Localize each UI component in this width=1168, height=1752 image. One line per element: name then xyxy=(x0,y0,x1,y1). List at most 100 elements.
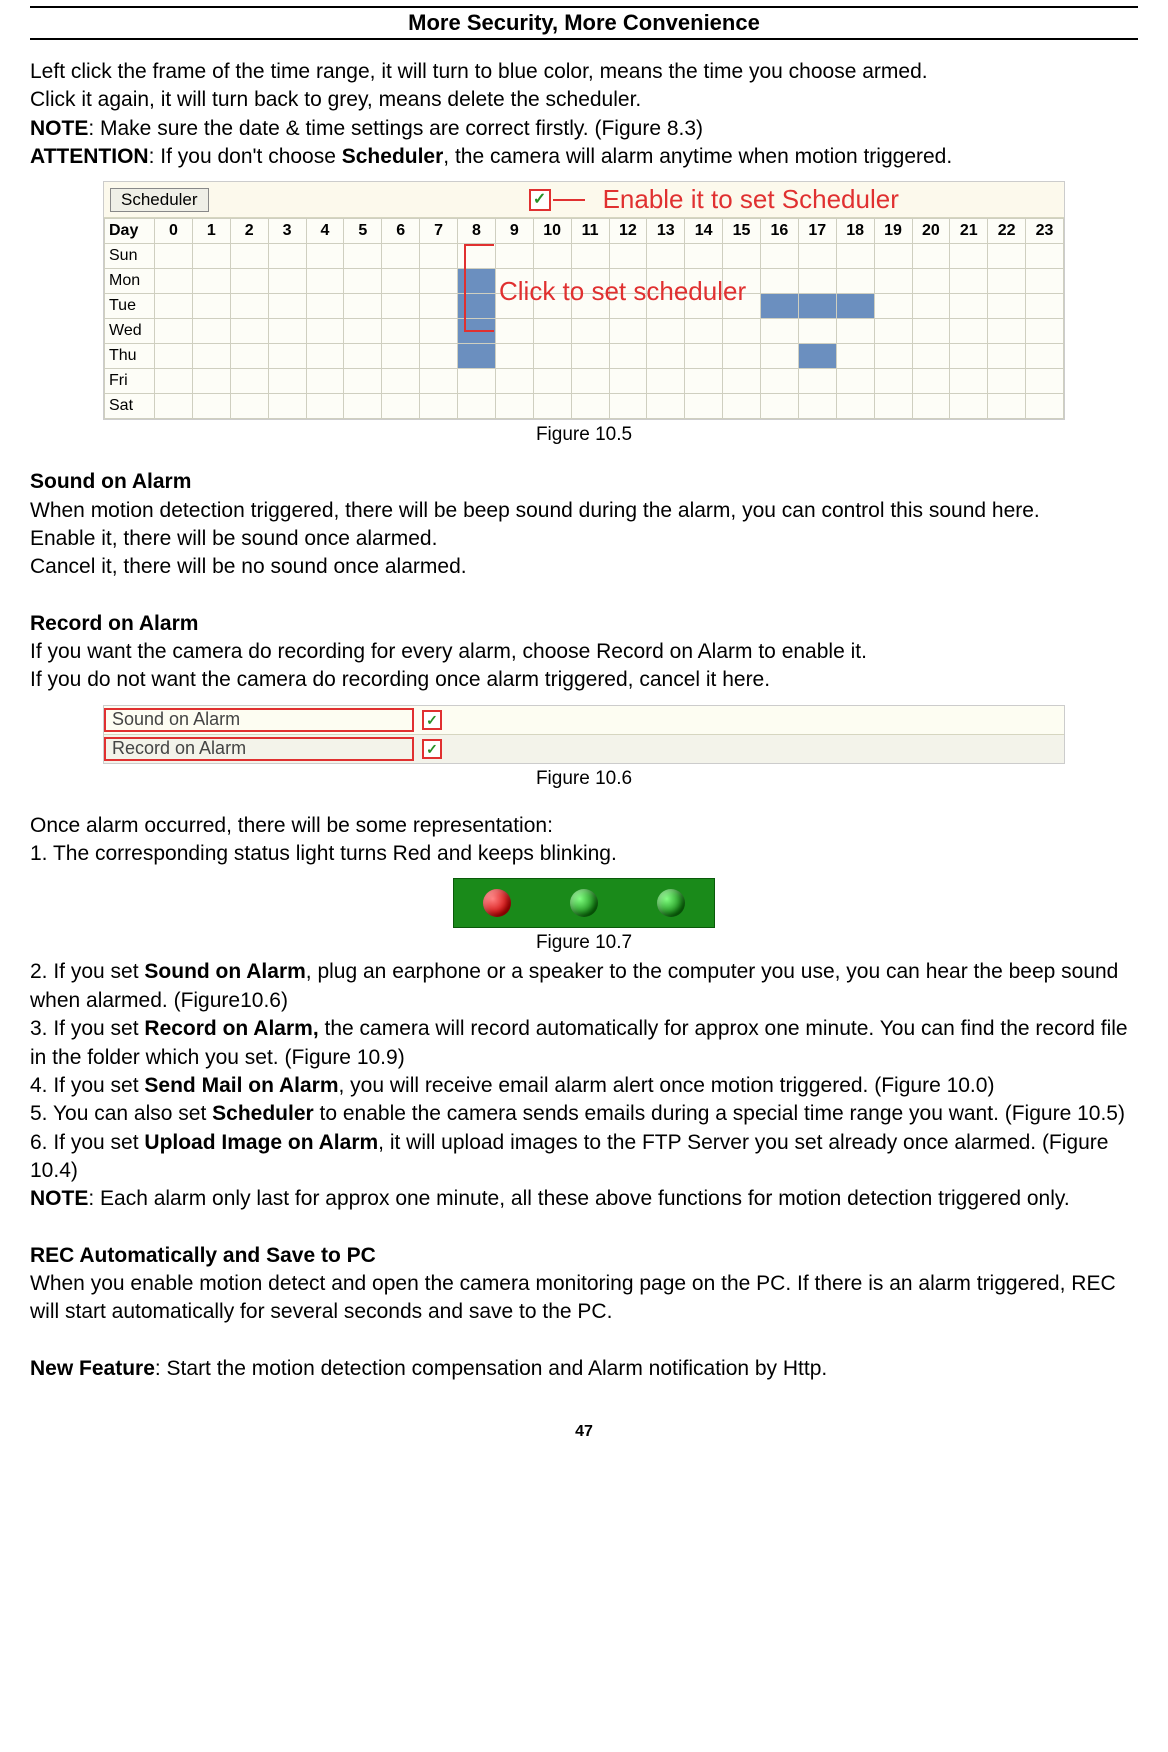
scheduler-cell[interactable] xyxy=(458,319,496,344)
scheduler-cell[interactable] xyxy=(798,269,836,294)
scheduler-cell[interactable] xyxy=(495,244,533,269)
scheduler-cell[interactable] xyxy=(268,394,306,419)
scheduler-cell[interactable] xyxy=(306,269,344,294)
scheduler-cell[interactable] xyxy=(988,294,1026,319)
scheduler-cell[interactable] xyxy=(495,369,533,394)
scheduler-cell[interactable] xyxy=(950,269,988,294)
scheduler-cell[interactable] xyxy=(609,344,647,369)
scheduler-cell[interactable] xyxy=(155,244,193,269)
scheduler-cell[interactable] xyxy=(723,394,761,419)
scheduler-cell[interactable] xyxy=(268,244,306,269)
scheduler-cell[interactable] xyxy=(382,344,420,369)
scheduler-cell[interactable] xyxy=(798,319,836,344)
scheduler-cell[interactable] xyxy=(192,319,230,344)
scheduler-cell[interactable] xyxy=(950,394,988,419)
scheduler-cell[interactable] xyxy=(647,394,685,419)
scheduler-cell[interactable] xyxy=(230,369,268,394)
scheduler-cell[interactable] xyxy=(685,244,723,269)
scheduler-cell[interactable] xyxy=(647,294,685,319)
scheduler-cell[interactable] xyxy=(685,294,723,319)
scheduler-cell[interactable] xyxy=(155,344,193,369)
scheduler-cell[interactable] xyxy=(230,394,268,419)
scheduler-cell[interactable] xyxy=(988,244,1026,269)
scheduler-cell[interactable] xyxy=(723,319,761,344)
scheduler-cell[interactable] xyxy=(609,244,647,269)
scheduler-cell[interactable] xyxy=(230,294,268,319)
scheduler-cell[interactable] xyxy=(533,319,571,344)
scheduler-cell[interactable] xyxy=(1026,294,1064,319)
scheduler-cell[interactable] xyxy=(192,294,230,319)
scheduler-cell[interactable] xyxy=(268,344,306,369)
scheduler-cell[interactable] xyxy=(950,319,988,344)
scheduler-cell[interactable] xyxy=(723,344,761,369)
scheduler-cell[interactable] xyxy=(912,244,950,269)
scheduler-cell[interactable] xyxy=(609,394,647,419)
scheduler-cell[interactable] xyxy=(685,394,723,419)
scheduler-cell[interactable] xyxy=(495,319,533,344)
scheduler-cell[interactable] xyxy=(382,269,420,294)
scheduler-cell[interactable] xyxy=(874,369,912,394)
scheduler-cell[interactable] xyxy=(874,394,912,419)
scheduler-cell[interactable] xyxy=(836,369,874,394)
scheduler-cell[interactable] xyxy=(761,394,799,419)
scheduler-cell[interactable] xyxy=(420,394,458,419)
scheduler-cell[interactable] xyxy=(458,344,496,369)
scheduler-cell[interactable] xyxy=(950,244,988,269)
scheduler-cell[interactable] xyxy=(685,344,723,369)
scheduler-cell[interactable] xyxy=(155,319,193,344)
scheduler-cell[interactable] xyxy=(571,369,609,394)
scheduler-cell[interactable] xyxy=(533,344,571,369)
scheduler-cell[interactable] xyxy=(533,244,571,269)
scheduler-cell[interactable] xyxy=(306,319,344,344)
scheduler-cell[interactable] xyxy=(230,244,268,269)
scheduler-cell[interactable] xyxy=(988,344,1026,369)
scheduler-cell[interactable] xyxy=(230,319,268,344)
scheduler-cell[interactable] xyxy=(761,269,799,294)
scheduler-cell[interactable] xyxy=(571,394,609,419)
scheduler-cell[interactable] xyxy=(420,269,458,294)
scheduler-cell[interactable] xyxy=(609,269,647,294)
scheduler-cell[interactable] xyxy=(761,344,799,369)
scheduler-cell[interactable] xyxy=(458,394,496,419)
scheduler-cell[interactable] xyxy=(836,394,874,419)
scheduler-cell[interactable] xyxy=(344,294,382,319)
scheduler-cell[interactable] xyxy=(382,294,420,319)
scheduler-enable-checkbox[interactable]: ✓ xyxy=(529,189,551,211)
scheduler-cell[interactable] xyxy=(571,244,609,269)
scheduler-cell[interactable] xyxy=(1026,319,1064,344)
scheduler-cell[interactable] xyxy=(647,319,685,344)
scheduler-cell[interactable] xyxy=(723,369,761,394)
scheduler-cell[interactable] xyxy=(571,344,609,369)
scheduler-cell[interactable] xyxy=(761,319,799,344)
scheduler-cell[interactable] xyxy=(192,394,230,419)
scheduler-cell[interactable] xyxy=(420,344,458,369)
scheduler-grid[interactable]: Day0123456789101112131415161718192021222… xyxy=(104,218,1064,419)
scheduler-cell[interactable] xyxy=(874,319,912,344)
scheduler-cell[interactable] xyxy=(685,269,723,294)
scheduler-cell[interactable] xyxy=(1026,394,1064,419)
scheduler-cell[interactable] xyxy=(344,394,382,419)
scheduler-cell[interactable] xyxy=(836,344,874,369)
scheduler-cell[interactable] xyxy=(420,369,458,394)
scheduler-cell[interactable] xyxy=(571,294,609,319)
scheduler-cell[interactable] xyxy=(495,394,533,419)
scheduler-cell[interactable] xyxy=(420,244,458,269)
scheduler-cell[interactable] xyxy=(306,344,344,369)
scheduler-cell[interactable] xyxy=(420,294,458,319)
scheduler-cell[interactable] xyxy=(798,244,836,269)
scheduler-cell[interactable] xyxy=(571,269,609,294)
scheduler-cell[interactable] xyxy=(268,319,306,344)
scheduler-cell[interactable] xyxy=(874,294,912,319)
scheduler-cell[interactable] xyxy=(306,294,344,319)
scheduler-cell[interactable] xyxy=(1026,344,1064,369)
scheduler-cell[interactable] xyxy=(382,319,420,344)
scheduler-cell[interactable] xyxy=(533,369,571,394)
scheduler-cell[interactable] xyxy=(912,394,950,419)
scheduler-cell[interactable] xyxy=(988,369,1026,394)
scheduler-cell[interactable] xyxy=(306,369,344,394)
scheduler-cell[interactable] xyxy=(344,244,382,269)
scheduler-cell[interactable] xyxy=(306,394,344,419)
scheduler-cell[interactable] xyxy=(192,344,230,369)
scheduler-cell[interactable] xyxy=(1026,369,1064,394)
scheduler-cell[interactable] xyxy=(609,294,647,319)
